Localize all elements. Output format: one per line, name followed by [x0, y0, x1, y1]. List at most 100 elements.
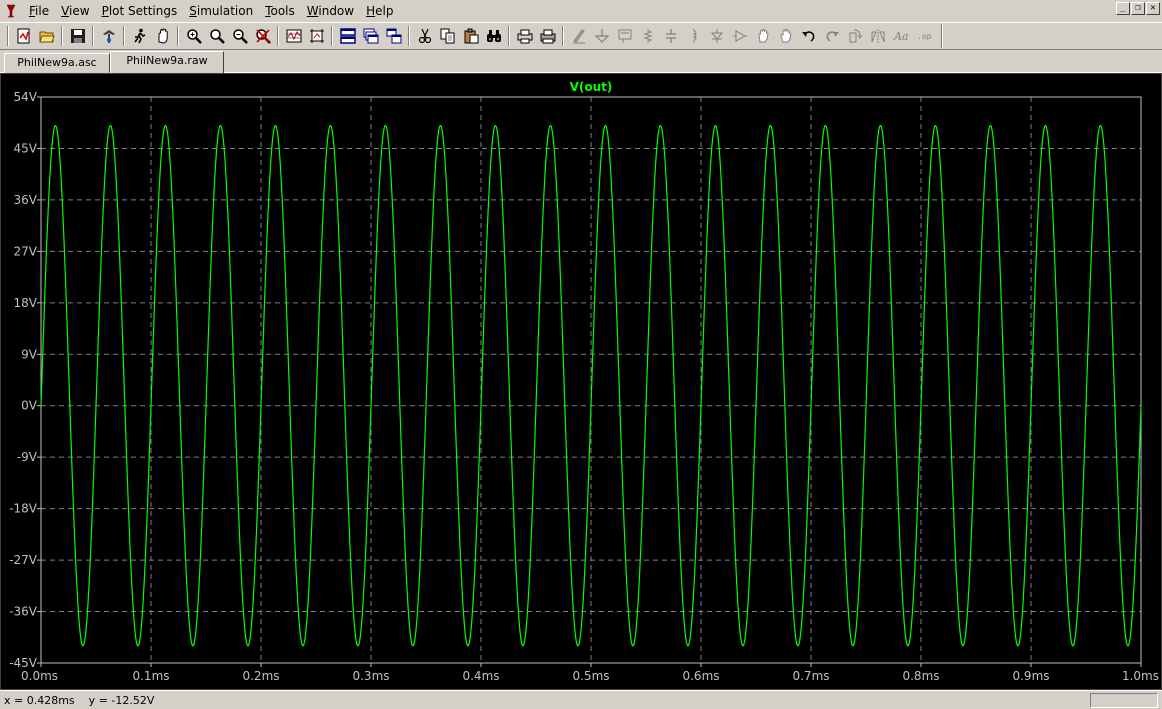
close-icon[interactable]: ✕	[1146, 2, 1160, 15]
tab-label: PhilNew9a.asc	[17, 56, 97, 69]
tab-label: PhilNew9a.raw	[126, 54, 208, 67]
svg-text:Aa: Aa	[893, 30, 909, 43]
y-tick-label: 18V	[14, 296, 38, 310]
menu-help[interactable]: Help	[360, 1, 399, 21]
y-tick-label: -9V	[17, 450, 38, 464]
x-tick-label: 1.0ms	[1122, 669, 1159, 683]
toolbar-separator	[941, 24, 943, 48]
minimize-icon[interactable]: _	[1116, 2, 1130, 15]
plot-grid	[41, 97, 1141, 663]
status-panel	[1090, 693, 1158, 708]
tile-vertical-icon[interactable]	[382, 25, 405, 47]
y-tick-label: 27V	[14, 244, 38, 258]
y-tick-label: 36V	[14, 193, 38, 207]
x-tick-label: 0.7ms	[792, 669, 829, 683]
toolbar-separator	[408, 26, 410, 46]
halt-icon[interactable]	[151, 25, 174, 47]
y-tick-label: 0V	[21, 399, 38, 413]
menu-view[interactable]: View	[55, 1, 95, 21]
y-axis: 54V 45V 36V 27V 18V 9V 0V -9V -18V -27V -36V -45V	[9, 90, 41, 670]
toolbar-separator	[562, 26, 564, 46]
x-tick-label: 0.6ms	[682, 669, 719, 683]
print-preview-icon[interactable]	[513, 25, 536, 47]
open-icon[interactable]	[35, 25, 58, 47]
y-tick-label: -45V	[9, 656, 38, 670]
toolbar-separator	[7, 26, 9, 46]
resistor-icon[interactable]	[636, 25, 659, 47]
y-tick-label: 54V	[14, 90, 38, 104]
trace-label-vout[interactable]: V(out)	[570, 80, 613, 94]
toolbar-separator	[331, 26, 333, 46]
redo-icon[interactable]	[820, 25, 843, 47]
undo-icon[interactable]	[797, 25, 820, 47]
text-icon[interactable]: Aa	[889, 25, 912, 47]
menu-plot-settings[interactable]: Plot Settings	[96, 1, 184, 21]
inductor-icon[interactable]	[682, 25, 705, 47]
save-icon[interactable]	[66, 25, 89, 47]
mirror-icon[interactable]	[866, 25, 889, 47]
y-tick-label: -18V	[9, 502, 38, 516]
spice-directive-icon[interactable]: .op	[912, 25, 935, 47]
control-panel-icon[interactable]	[97, 25, 120, 47]
paste-icon[interactable]	[459, 25, 482, 47]
status-bar: x = 0.428ms y = -12.52V	[0, 690, 1162, 709]
run-icon[interactable]	[128, 25, 151, 47]
drag-icon[interactable]	[774, 25, 797, 47]
x-tick-label: 0.2ms	[242, 669, 279, 683]
x-tick-label: 0.1ms	[132, 669, 169, 683]
toolbar-separator	[508, 26, 510, 46]
print-icon[interactable]	[536, 25, 559, 47]
toolbar-separator	[123, 26, 125, 46]
new-schematic-icon[interactable]	[12, 25, 35, 47]
rotate-icon[interactable]	[843, 25, 866, 47]
x-tick-label: 0.5ms	[572, 669, 609, 683]
waveform-plot[interactable]: 54V 45V 36V 27V 18V 9V 0V -9V -18V -27V -36V -45V 0…	[1, 74, 1161, 689]
menu-simulation[interactable]: Simulation	[183, 1, 259, 21]
mark-unused-icon[interactable]	[305, 25, 328, 47]
toolbar-separator	[92, 26, 94, 46]
x-tick-label: 0.3ms	[352, 669, 389, 683]
document-tabs: PhilNew9a.asc PhilNew9a.raw	[0, 50, 1162, 73]
waveform-plot-pane[interactable]: 54V 45V 36V 27V 18V 9V 0V -9V -18V -27V -36V -45V 0…	[0, 73, 1162, 690]
zoom-cancel-icon[interactable]	[251, 25, 274, 47]
menu-window[interactable]: Window	[301, 1, 360, 21]
draw-wire-icon[interactable]	[567, 25, 590, 47]
label-net-icon[interactable]	[613, 25, 636, 47]
x-axis: 0.0ms 0.1ms 0.2ms 0.3ms 0.4ms 0.5ms 0.6ms 0.7ms…	[21, 663, 1159, 683]
menu-file[interactable]: File	[23, 1, 55, 21]
x-tick-label: 0.8ms	[902, 669, 939, 683]
zoom-out-icon[interactable]	[228, 25, 251, 47]
ltspice-window: File View Plot Settings Simulation Tools…	[0, 0, 1162, 709]
x-tick-label: 0.4ms	[462, 669, 499, 683]
mdi-window-buttons: _ ❐ ✕	[1116, 2, 1160, 15]
x-tick-label: 0.9ms	[1012, 669, 1049, 683]
restore-icon[interactable]: ❐	[1131, 2, 1145, 15]
find-icon[interactable]	[482, 25, 505, 47]
diode-icon[interactable]	[705, 25, 728, 47]
ground-icon[interactable]	[590, 25, 613, 47]
y-tick-label: 9V	[21, 347, 38, 361]
zoom-in-icon[interactable]	[182, 25, 205, 47]
copy-icon[interactable]	[436, 25, 459, 47]
move-icon[interactable]	[751, 25, 774, 47]
y-tick-label: -36V	[9, 605, 38, 619]
menu-tools[interactable]: Tools	[259, 1, 301, 21]
component-icon[interactable]	[728, 25, 751, 47]
y-tick-label: -27V	[9, 553, 38, 567]
tab-schematic[interactable]: PhilNew9a.asc	[4, 53, 110, 73]
toolbar-separator	[177, 26, 179, 46]
x-tick-label: 0.0ms	[21, 669, 58, 683]
toolbar-separator	[277, 26, 279, 46]
zoom-full-icon[interactable]	[205, 25, 228, 47]
cursor-readout: x = 0.428ms y = -12.52V	[4, 693, 155, 707]
tile-horizontal-icon[interactable]	[336, 25, 359, 47]
cut-icon[interactable]	[413, 25, 436, 47]
capacitor-icon[interactable]	[659, 25, 682, 47]
app-icon[interactable]	[3, 3, 19, 19]
toolbar-separator	[61, 26, 63, 46]
autorange-icon[interactable]	[282, 25, 305, 47]
tab-waveform[interactable]: PhilNew9a.raw	[110, 51, 224, 73]
svg-text:.op: .op	[917, 32, 932, 41]
toolbar: Aa .op	[0, 22, 1162, 50]
cascade-icon[interactable]	[359, 25, 382, 47]
